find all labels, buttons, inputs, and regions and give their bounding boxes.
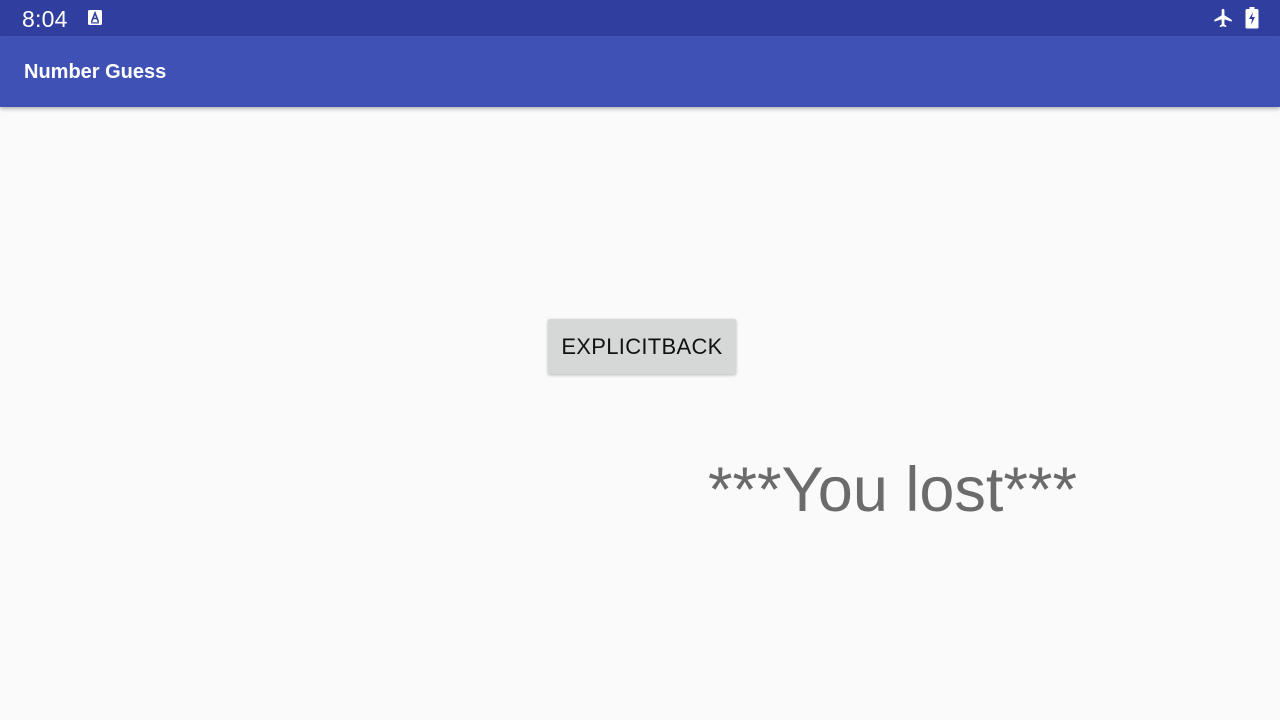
status-time: 8:04 [22,6,68,32]
airplane-mode-icon [1212,7,1235,29]
explicit-back-button[interactable]: EXPLICITBACK [548,319,736,374]
status-bar: 8:04 [0,0,1280,36]
result-message: ***You lost*** [708,455,1077,525]
battery-charging-icon [1245,7,1259,29]
app-title: Number Guess [24,61,167,83]
app-bar: Number Guess [0,36,1280,107]
text-format-icon [88,10,102,25]
